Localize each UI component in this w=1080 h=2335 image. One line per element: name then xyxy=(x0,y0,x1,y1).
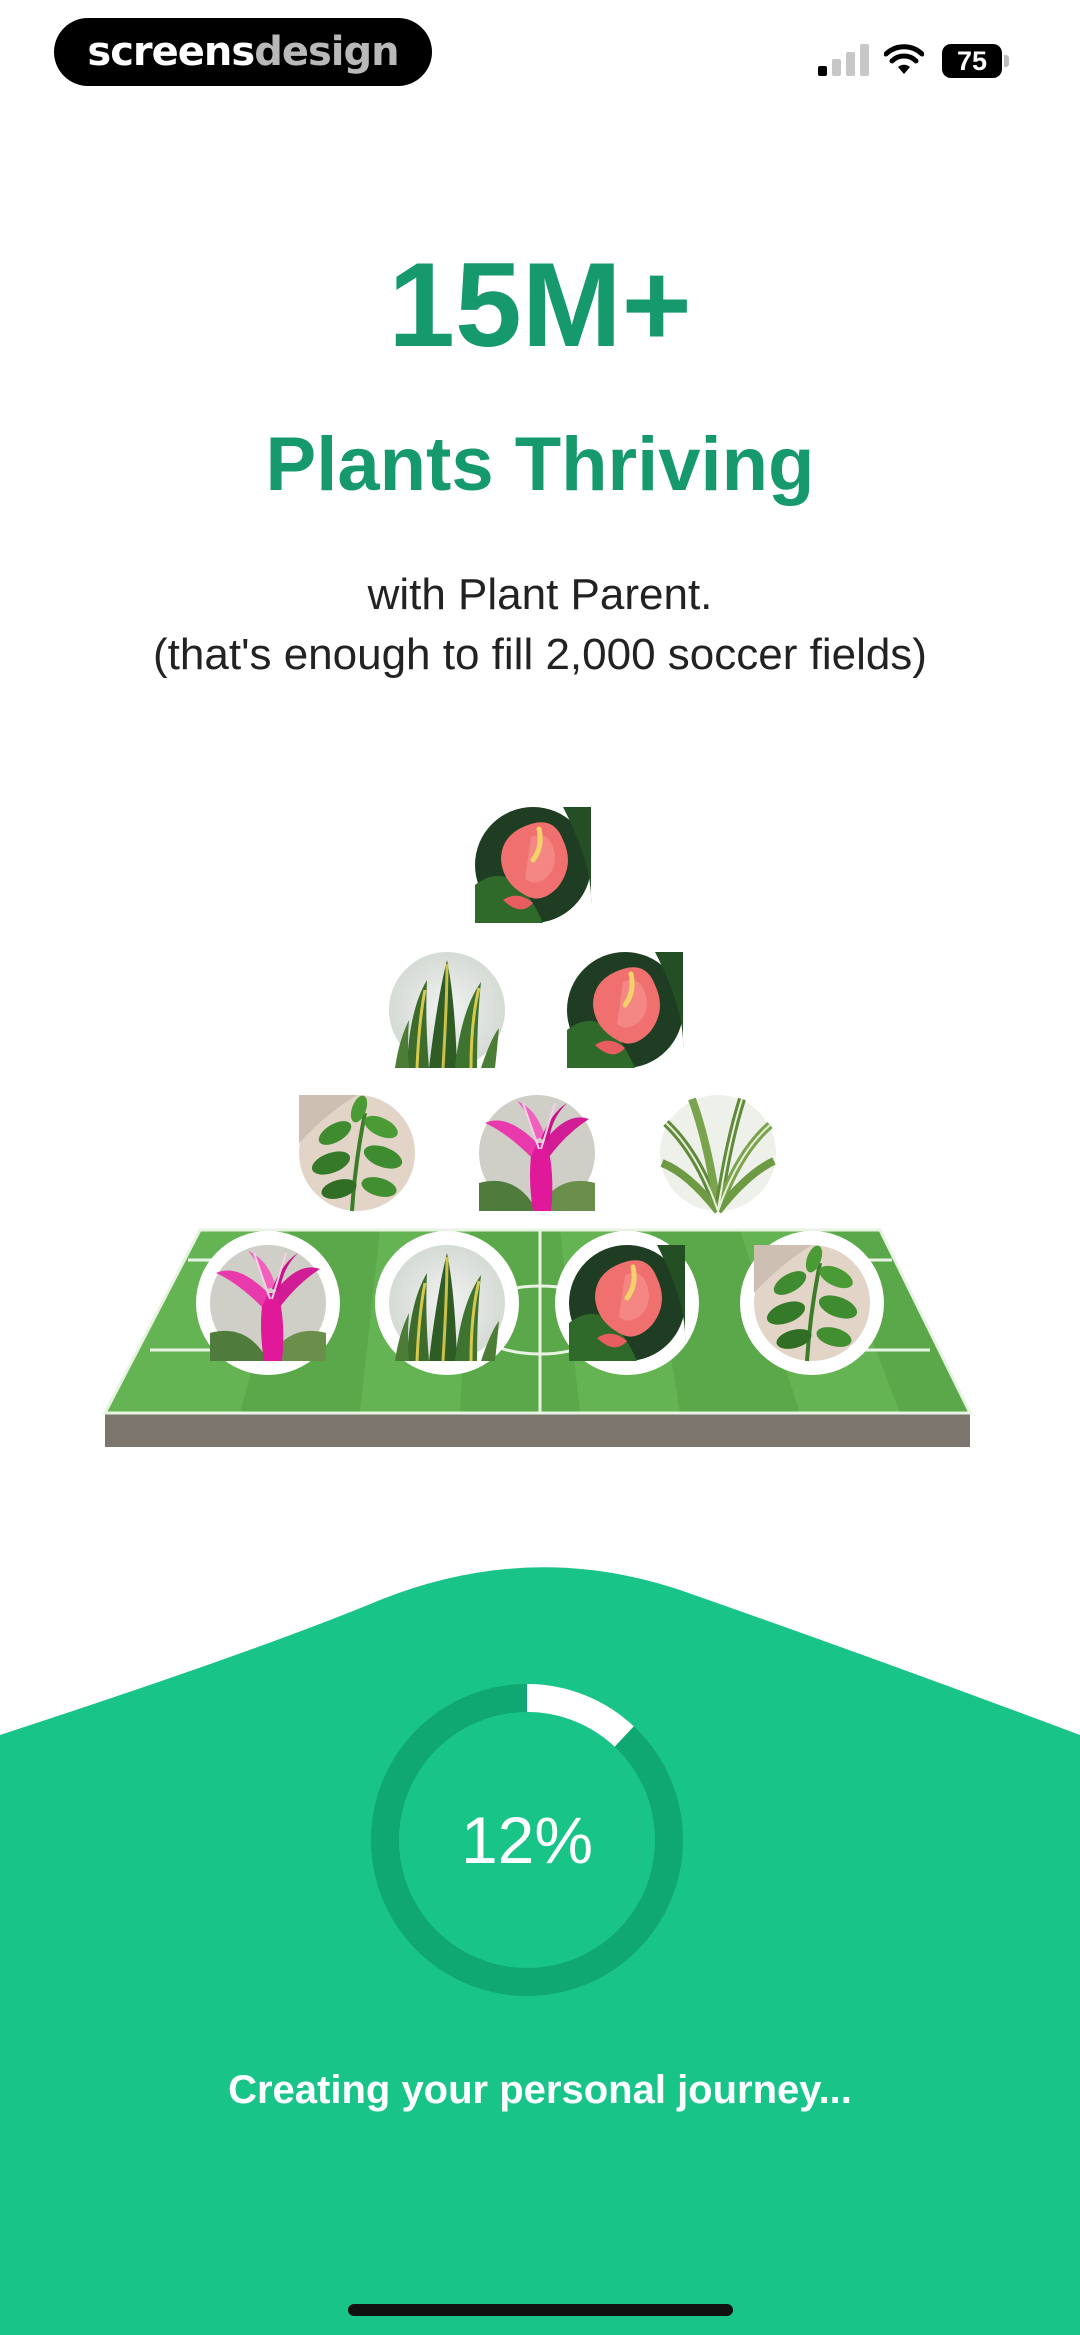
plant-badge-zz-plant xyxy=(740,1231,884,1375)
loading-caption: Creating your personal journey... xyxy=(228,2068,852,2112)
headline-stat: 15M+ xyxy=(388,238,692,372)
battery-level: 75 xyxy=(942,44,1002,78)
plant-badge-snake-plant xyxy=(375,938,519,1082)
status-bar: screensdesign 75 xyxy=(0,0,1080,110)
battery-icon: 75 xyxy=(942,44,1012,78)
plant-badge-anthurium xyxy=(555,1231,699,1375)
cellular-signal-icon xyxy=(818,44,869,76)
home-indicator[interactable] xyxy=(348,2304,733,2316)
wifi-icon xyxy=(884,44,924,74)
description-line-1: with Plant Parent. xyxy=(367,570,713,619)
description: with Plant Parent. (that's enough to fil… xyxy=(0,565,1080,685)
brand-watermark: screensdesign xyxy=(54,18,432,86)
brand-text-part2: design xyxy=(254,29,399,75)
plant-badge-dracaena xyxy=(646,1081,790,1225)
description-line-2: (that's enough to fill 2,000 soccer fiel… xyxy=(153,630,927,679)
plant-badge-zz-plant xyxy=(285,1081,429,1225)
plant-badge-snake-plant xyxy=(375,1231,519,1375)
plant-badge-anthurium xyxy=(553,938,697,1082)
plant-badge-christmas-cactus xyxy=(465,1081,609,1225)
battery-cap xyxy=(1004,55,1009,67)
soccer-field-plant-illustration xyxy=(102,793,973,1447)
brand-text-part1: screens xyxy=(87,29,255,75)
subheadline: Plants Thriving xyxy=(265,422,815,507)
progress-percentage: 12% xyxy=(460,1803,594,1877)
plant-badge-christmas-cactus xyxy=(196,1231,340,1375)
plant-badge-anthurium-top xyxy=(461,793,605,937)
